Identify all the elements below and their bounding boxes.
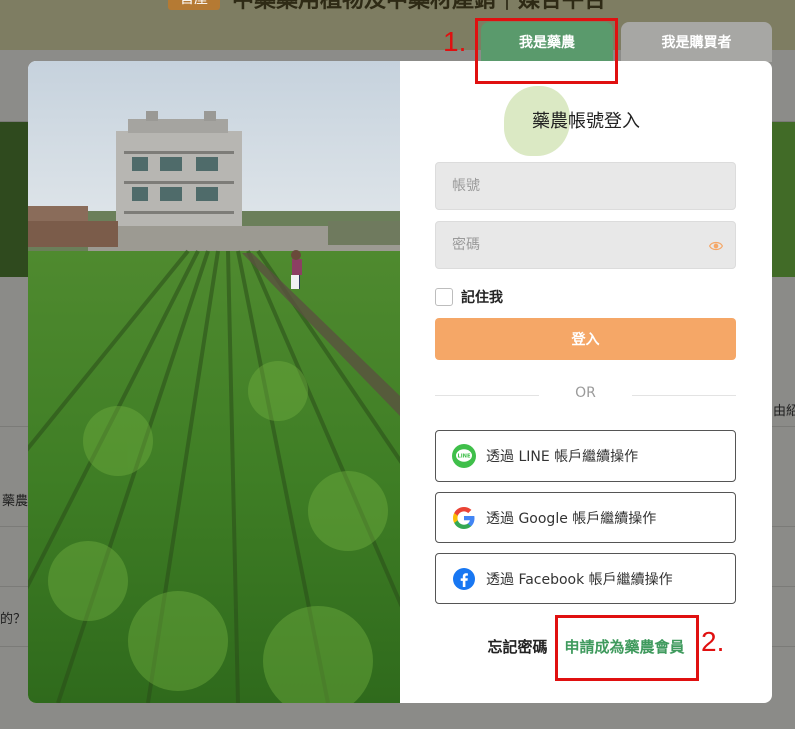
annotation-label-step2: 2. — [701, 626, 725, 657]
facebook-login-button[interactable]: 透過 Facebook 帳戶繼續操作 — [435, 553, 736, 604]
login-title: 藥農帳號登入 — [532, 111, 640, 132]
annotation-label-step1: 1. — [443, 26, 467, 57]
google-login-label: 透過 Google 帳戶繼續操作 — [486, 510, 657, 527]
password-input[interactable] — [436, 222, 735, 268]
account-field[interactable] — [435, 162, 736, 210]
farm-field-photo — [28, 61, 400, 703]
line-login-button[interactable]: LINE 透過 LINE 帳戶繼續操作 — [435, 430, 736, 482]
google-icon — [453, 506, 475, 529]
farm-field-illustration — [28, 61, 400, 703]
remember-checkbox[interactable] — [435, 288, 453, 306]
login-panel: 藥農帳號登入 記住我 登入 OR LINE — [400, 61, 772, 703]
divider-line — [632, 395, 736, 396]
background-text-snippet: 的？ — [0, 612, 27, 627]
login-button[interactable]: 登入 — [435, 318, 736, 360]
facebook-icon — [453, 567, 475, 590]
remember-me[interactable]: 記住我 — [435, 287, 503, 307]
background-badge: 首屋 — [168, 0, 220, 10]
forgot-password-link[interactable]: 忘記密碼 — [487, 636, 547, 657]
tab-buyer[interactable]: 我是購買者 — [621, 22, 772, 62]
line-login-label: 透過 LINE 帳戶繼續操作 — [486, 449, 639, 465]
or-text: OR — [575, 385, 596, 401]
password-field[interactable] — [435, 221, 736, 269]
eye-icon[interactable] — [709, 239, 723, 253]
background-title-text: 中藥藥用植物及中藥材產銷｜媒合平台 — [232, 0, 607, 13]
annotation-box-step1 — [475, 18, 618, 84]
or-divider: OR — [435, 385, 736, 405]
google-login-button[interactable]: 透過 Google 帳戶繼續操作 — [435, 492, 736, 543]
annotation-box-step2 — [555, 615, 699, 681]
background-site-title: 首屋 中藥藥用植物及中藥材產銷｜媒合平台 — [168, 0, 606, 13]
facebook-login-label: 透過 Facebook 帳戶繼續操作 — [486, 571, 673, 588]
background-text-snippet: 由紹 — [773, 404, 795, 419]
remember-label: 記住我 — [461, 290, 503, 306]
line-icon: LINE — [452, 444, 476, 468]
login-modal: 藥農帳號登入 記住我 登入 OR LINE — [28, 61, 772, 703]
account-input[interactable] — [436, 163, 735, 209]
background-hero-edge — [771, 122, 795, 277]
line-icon-text: LINE — [457, 453, 471, 459]
background-text-snippet: 藥農 — [2, 494, 29, 509]
